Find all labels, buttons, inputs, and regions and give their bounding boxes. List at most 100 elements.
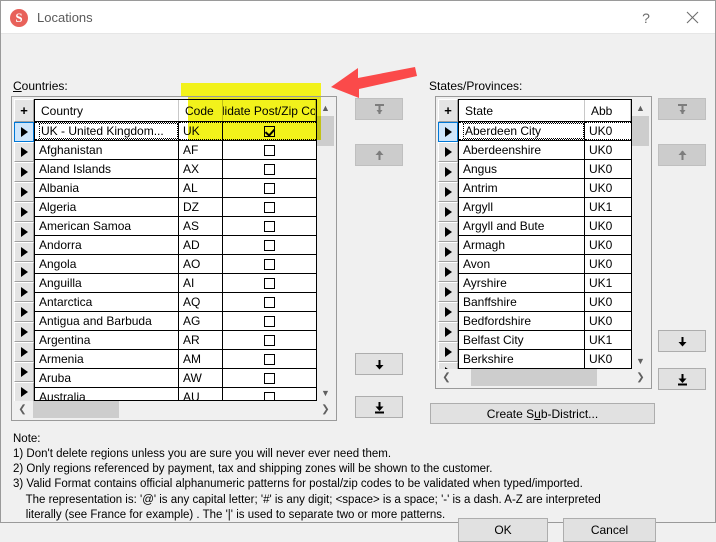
validate-post-zip-cell[interactable]	[223, 217, 316, 235]
validate-post-zip-cell[interactable]	[223, 350, 316, 368]
state-abbreviation-cell[interactable]: UK0	[585, 217, 631, 235]
table-row[interactable]: ArgyllUK1	[459, 198, 631, 217]
country-name-cell[interactable]: American Samoa	[35, 217, 179, 235]
states-hscroll-thumb[interactable]	[471, 369, 597, 386]
table-row[interactable]: AngolaAO	[35, 255, 316, 274]
country-code-cell[interactable]: AU	[179, 388, 223, 400]
table-row[interactable]: AlgeriaDZ	[35, 198, 316, 217]
countries-hscroll-track[interactable]	[31, 401, 317, 418]
countries-hscrollbar[interactable]: ❮ ❯	[14, 401, 334, 418]
states-scroll-down-icon[interactable]: ▼	[632, 352, 649, 369]
country-code-cell[interactable]: AI	[179, 274, 223, 292]
table-row[interactable]: AndorraAD	[35, 236, 316, 255]
validate-post-zip-checkbox[interactable]	[264, 354, 275, 365]
validate-post-zip-checkbox[interactable]	[264, 335, 275, 346]
validate-post-zip-cell[interactable]	[223, 141, 316, 159]
state-abbreviation-cell[interactable]: UK0	[585, 236, 631, 254]
country-name-cell[interactable]: UK - United Kingdom...	[35, 122, 179, 140]
state-name-cell[interactable]: Avon	[459, 255, 585, 273]
cancel-button[interactable]: Cancel	[563, 518, 656, 542]
country-code-cell[interactable]: AQ	[179, 293, 223, 311]
close-icon[interactable]	[669, 1, 715, 34]
states-scroll-right-icon[interactable]: ❯	[632, 369, 649, 386]
validate-post-zip-checkbox[interactable]	[264, 202, 275, 213]
validate-post-zip-cell[interactable]	[223, 236, 316, 254]
table-row[interactable]: AnguillaAI	[35, 274, 316, 293]
states-row-selector[interactable]	[438, 322, 458, 342]
states-hscrollbar[interactable]: ❮ ❯	[438, 369, 649, 386]
table-row[interactable]: BanffshireUK0	[459, 293, 631, 312]
countries-header-validate[interactable]: Validate Post/Zip Code	[223, 100, 316, 121]
country-name-cell[interactable]: Aland Islands	[35, 160, 179, 178]
validate-post-zip-cell[interactable]	[223, 255, 316, 273]
table-row[interactable]: ArmeniaAM	[35, 350, 316, 369]
countries-scroll-up-icon[interactable]: ▲	[317, 99, 334, 116]
states-row-selector[interactable]	[438, 342, 458, 362]
states-row-selector[interactable]	[438, 262, 458, 282]
table-row[interactable]: ArmaghUK0	[459, 236, 631, 255]
validate-post-zip-checkbox[interactable]	[264, 240, 275, 251]
state-abbreviation-cell[interactable]: UK0	[585, 255, 631, 273]
countries-scroll-right-icon[interactable]: ❯	[317, 401, 334, 418]
countries-row-selector[interactable]	[14, 262, 34, 282]
validate-post-zip-cell[interactable]	[223, 274, 316, 292]
country-name-cell[interactable]: Angola	[35, 255, 179, 273]
country-code-cell[interactable]: AM	[179, 350, 223, 368]
countries-row-selector[interactable]	[14, 382, 34, 401]
country-code-cell[interactable]: AG	[179, 312, 223, 330]
table-row[interactable]: AntrimUK0	[459, 179, 631, 198]
table-row[interactable]: AngusUK0	[459, 160, 631, 179]
validate-post-zip-cell[interactable]	[223, 198, 316, 216]
country-name-editor[interactable]: UK - United Kingdom...	[39, 123, 178, 139]
country-code-cell[interactable]: UK	[179, 122, 223, 140]
states-row-selector[interactable]	[438, 162, 458, 182]
validate-post-zip-checkbox[interactable]	[264, 183, 275, 194]
countries-grid[interactable]: + Country Code Validate Post/Zip Code UK…	[11, 96, 337, 421]
validate-post-zip-cell[interactable]	[223, 160, 316, 178]
state-name-cell[interactable]: Antrim	[459, 179, 585, 197]
states-row-selector[interactable]	[438, 202, 458, 222]
state-abbreviation-cell[interactable]: UK0	[585, 179, 631, 197]
country-name-cell[interactable]: Antarctica	[35, 293, 179, 311]
countries-move-down-button[interactable]	[355, 353, 403, 375]
table-row[interactable]: AvonUK0	[459, 255, 631, 274]
validate-post-zip-checkbox[interactable]	[264, 221, 275, 232]
validate-post-zip-cell[interactable]	[223, 122, 316, 140]
validate-post-zip-cell[interactable]	[223, 293, 316, 311]
help-icon[interactable]: ?	[623, 1, 669, 34]
states-row-selector[interactable]	[438, 362, 458, 369]
country-code-cell[interactable]: AW	[179, 369, 223, 387]
states-move-bottom-button[interactable]	[658, 368, 706, 390]
validate-post-zip-checkbox[interactable]	[264, 373, 275, 384]
countries-row-selector[interactable]	[14, 342, 34, 362]
table-row[interactable]: BedfordshireUK0	[459, 312, 631, 331]
states-row-selector[interactable]	[438, 282, 458, 302]
states-hscroll-track[interactable]	[455, 369, 632, 386]
countries-hscroll-thumb[interactable]	[33, 401, 119, 418]
table-row[interactable]: AustraliaAU	[35, 388, 316, 400]
state-abbreviation-cell[interactable]: UK1	[585, 198, 631, 216]
states-row-selector[interactable]	[438, 302, 458, 322]
country-code-cell[interactable]: AR	[179, 331, 223, 349]
country-code-cell[interactable]: AL	[179, 179, 223, 197]
validate-post-zip-cell[interactable]	[223, 312, 316, 330]
validate-post-zip-checkbox[interactable]	[264, 297, 275, 308]
state-name-cell[interactable]: Argyll and Bute	[459, 217, 585, 235]
state-name-cell[interactable]: Argyll	[459, 198, 585, 216]
countries-vscrollbar[interactable]: ▲ ▼	[317, 99, 334, 401]
validate-post-zip-cell[interactable]	[223, 331, 316, 349]
states-add-row-button[interactable]: +	[438, 99, 458, 122]
state-abbreviation-cell[interactable]: UK0	[585, 312, 631, 330]
validate-post-zip-cell[interactable]	[223, 388, 316, 400]
validate-post-zip-checkbox[interactable]	[264, 316, 275, 327]
table-row[interactable]: AlbaniaAL	[35, 179, 316, 198]
country-name-cell[interactable]: Algeria	[35, 198, 179, 216]
country-code-cell[interactable]: AO	[179, 255, 223, 273]
table-row[interactable]: AyrshireUK1	[459, 274, 631, 293]
state-abbreviation-cell[interactable]: UK1	[585, 274, 631, 292]
table-row[interactable]: UK - United Kingdom...UK	[35, 122, 316, 141]
states-move-down-button[interactable]	[658, 330, 706, 352]
countries-header-country[interactable]: Country	[35, 100, 179, 121]
countries-vscroll-track[interactable]	[317, 116, 334, 384]
table-row[interactable]: AberdeenshireUK0	[459, 141, 631, 160]
